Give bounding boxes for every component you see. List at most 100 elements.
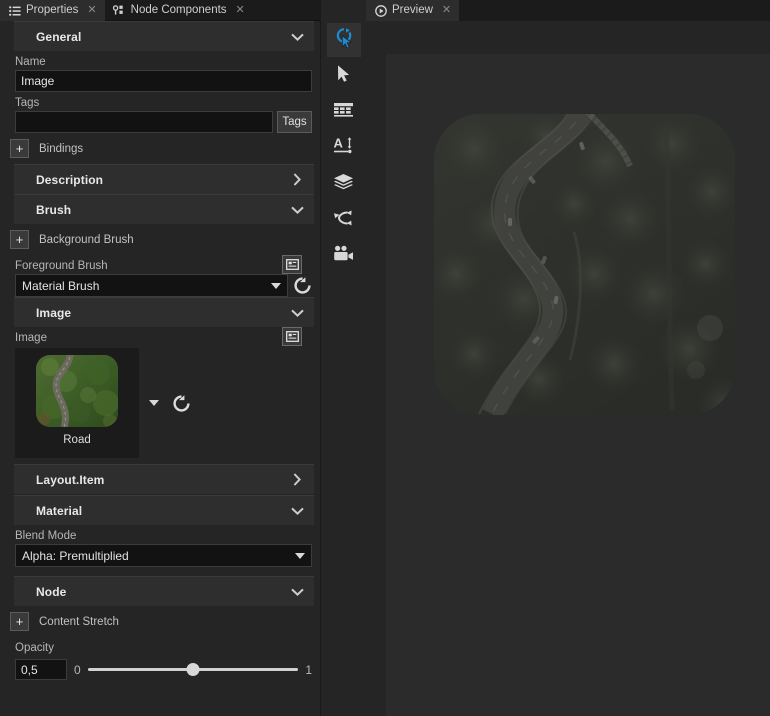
image-thumbnail-box[interactable]: Road: [15, 348, 139, 458]
foreground-brush-label: Foreground Brush: [15, 255, 108, 274]
field-blend-mode: Blend Mode Alpha: Premultiplied: [4, 525, 320, 567]
opacity-value-input[interactable]: 0,5: [15, 659, 67, 680]
bindings-label: Bindings: [39, 143, 83, 155]
preview-toolbar: A: [320, 0, 366, 716]
tool-grid-table[interactable]: [327, 95, 361, 129]
reset-foreground-brush-icon[interactable]: [292, 276, 312, 296]
chevron-down-icon: [290, 504, 304, 518]
chevron-down-icon: [290, 306, 304, 320]
tool-node-graph[interactable]: [327, 203, 361, 237]
tool-camera[interactable]: [327, 239, 361, 273]
row-bindings[interactable]: + Bindings: [4, 133, 320, 164]
node-graph-icon: [333, 209, 354, 232]
tab-properties-label: Properties: [26, 0, 78, 21]
tags-button[interactable]: Tags: [277, 111, 312, 133]
interact-cursor-icon: [333, 27, 355, 54]
content-stretch-label: Content Stretch: [39, 616, 119, 628]
layers-icon: [333, 173, 354, 196]
foreground-brush-dropdown[interactable]: Material Brush: [15, 274, 288, 297]
properties-scroll-area: General Name Image Tags Tags: [0, 21, 320, 716]
field-image: Image: [4, 327, 320, 346]
foreground-brush-value: Material Brush: [22, 279, 99, 293]
section-header-layout-item[interactable]: Layout.Item: [14, 464, 314, 494]
select-arrow-icon: [334, 64, 354, 89]
expand-content-stretch-icon[interactable]: +: [10, 612, 29, 631]
play-circle-icon: [374, 5, 387, 16]
chevron-down-icon: [295, 553, 305, 559]
blend-mode-value: Alpha: Premultiplied: [22, 549, 129, 563]
foreground-brush-binding-icon[interactable]: [282, 255, 302, 274]
name-label: Name: [15, 51, 312, 70]
tab-node-components-close-icon[interactable]: ✕: [235, 5, 246, 16]
svg-text:A: A: [334, 136, 344, 151]
image-dropdown-caret-icon[interactable]: [149, 400, 159, 406]
tab-preview-label: Preview: [392, 0, 433, 21]
opacity-control: 0,5 0 1: [4, 658, 320, 680]
camera-icon: [333, 245, 354, 268]
image-label: Image: [15, 327, 47, 346]
grid-table-icon: [333, 101, 354, 124]
tool-interact-cursor[interactable]: [327, 23, 361, 57]
field-name: Name Image: [4, 51, 320, 92]
tab-preview-close-icon[interactable]: ✕: [441, 5, 452, 16]
tab-node-components[interactable]: Node Components ✕: [105, 0, 253, 21]
tab-properties-close-icon[interactable]: ✕: [86, 5, 97, 16]
section-title-node: Node: [36, 585, 66, 599]
node-components-icon: [113, 5, 126, 16]
section-header-image[interactable]: Image: [14, 297, 314, 327]
background-brush-label: Background Brush: [39, 234, 134, 246]
reset-image-icon[interactable]: [171, 393, 191, 413]
section-header-material[interactable]: Material: [14, 495, 314, 525]
chevron-down-icon: [290, 585, 304, 599]
preview-tabstrip: Preview ✕: [366, 0, 770, 21]
tool-select-arrow[interactable]: [327, 59, 361, 93]
row-background-brush[interactable]: + Background Brush: [4, 224, 320, 255]
preview-canvas-wrap: [366, 21, 770, 716]
field-foreground-brush: Foreground Brush Material B: [4, 255, 320, 297]
blend-mode-label: Blend Mode: [15, 525, 312, 544]
image-binding-icon[interactable]: [282, 327, 302, 346]
blend-mode-dropdown[interactable]: Alpha: Premultiplied: [15, 544, 312, 567]
text-format-icon: A: [333, 136, 354, 161]
opacity-slider-thumb[interactable]: [187, 663, 200, 676]
section-title-brush: Brush: [36, 203, 71, 217]
properties-panel: Properties ✕ Node Components ✕: [0, 0, 320, 716]
section-header-node[interactable]: Node: [14, 576, 314, 606]
preview-panel: Preview ✕: [366, 0, 770, 716]
section-title-layout-item: Layout.Item: [36, 473, 104, 487]
field-tags: Tags Tags: [4, 92, 320, 133]
preview-canvas[interactable]: [386, 54, 770, 716]
opacity-max-label: 1: [305, 663, 312, 677]
list-icon: [8, 5, 21, 16]
chevron-down-icon: [271, 283, 281, 289]
tab-preview[interactable]: Preview ✕: [366, 0, 459, 21]
tab-node-components-label: Node Components: [131, 0, 227, 21]
image-picker[interactable]: Road: [4, 346, 320, 464]
chevron-down-icon: [290, 30, 304, 44]
row-content-stretch[interactable]: + Content Stretch: [4, 606, 320, 637]
opacity-min-label: 0: [74, 663, 81, 677]
tool-layers[interactable]: [327, 167, 361, 201]
name-input[interactable]: Image: [15, 70, 312, 92]
tags-input[interactable]: [15, 111, 273, 133]
app-window: Properties ✕ Node Components ✕: [0, 0, 770, 716]
chevron-down-icon: [290, 203, 304, 217]
tab-properties[interactable]: Properties ✕: [0, 0, 105, 21]
opacity-slider[interactable]: [88, 662, 299, 678]
expand-bindings-icon[interactable]: +: [10, 139, 29, 158]
tool-text-format[interactable]: A: [327, 131, 361, 165]
expand-background-brush-icon[interactable]: +: [10, 230, 29, 249]
image-thumbnail-caption: Road: [63, 434, 91, 446]
toolbar-separator: [366, 21, 386, 716]
section-title-material: Material: [36, 504, 82, 518]
chevron-right-icon: [290, 473, 304, 487]
section-header-general[interactable]: General: [14, 21, 314, 51]
preview-image-road: [434, 114, 735, 415]
field-opacity: Opacity: [4, 637, 320, 658]
image-thumbnail-road: [36, 355, 118, 427]
section-header-description[interactable]: Description: [14, 164, 314, 194]
properties-tabstrip: Properties ✕ Node Components ✕: [0, 0, 320, 21]
section-title-image: Image: [36, 306, 71, 320]
section-header-brush[interactable]: Brush: [14, 194, 314, 224]
tags-label: Tags: [15, 92, 312, 111]
